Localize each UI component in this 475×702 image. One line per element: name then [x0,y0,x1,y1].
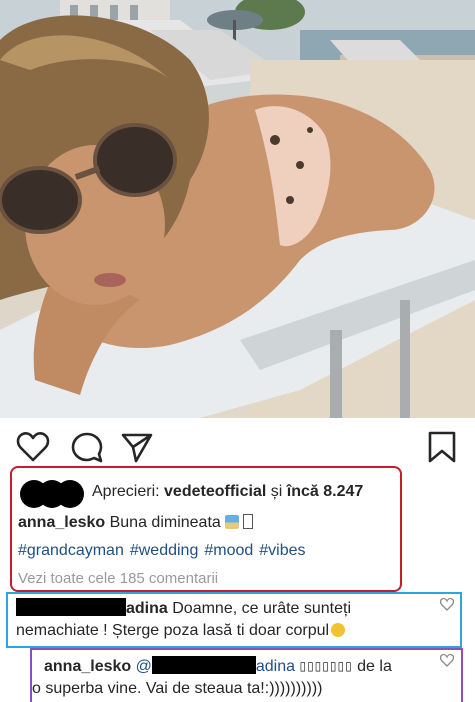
redacted-username [151,656,256,674]
comment-username[interactable]: anna_lesko [44,658,131,675]
bookmark-icon[interactable] [425,430,459,464]
hashtag-link[interactable]: #wedding [130,542,199,559]
comment-icon[interactable] [70,430,104,464]
likes-caption-highlight: Aprecieri: vedeteofficial și încă 8.247 … [10,466,402,592]
mention-at[interactable]: @ [136,658,152,675]
caption-text: Buna dimineata [109,514,221,531]
comment-like-heart-icon[interactable] [440,654,454,667]
post-caption: anna_lesko Buna dimineata [18,514,253,532]
heart-icon[interactable] [16,430,50,464]
avatar [56,480,84,508]
comment-line: adina Doamne, ce urâte sunteți [16,598,351,618]
comment-highlight-1: adina Doamne, ce urâte sunteți nemachiat… [6,592,462,648]
hashtags: #grandcayman #wedding #mood #vibes [18,542,312,560]
mention-user[interactable]: adina [256,658,295,675]
beach-selfie-image [0,0,475,418]
wink-emoji-icon [331,623,346,637]
redacted-username [16,598,126,616]
likes-count[interactable]: încă 8.247 [287,483,364,500]
beach-emoji-icon [224,515,239,529]
hashtag-link[interactable]: #mood [204,542,253,559]
missing-glyphs: ▯▯▯▯▯▯▯ [299,659,353,673]
missing-glyph-icon [242,514,253,529]
first-liker[interactable]: vedeteofficial [164,483,266,500]
hashtag-link[interactable]: #vibes [259,542,305,559]
comment-line: anna_lesko @ adina ▯▯▯▯▯▯▯ de la [44,656,392,676]
comment-line: nemachiate ! Șterge poza lasă ti doar co… [16,622,346,640]
post-photo[interactable] [0,0,475,418]
comment-highlight-2: anna_lesko @ adina ▯▯▯▯▯▯▯ de la o superb… [30,648,463,702]
liker-avatars[interactable] [20,480,84,508]
comment-text: o superba vine. Vai de steaua ta!:))))))… [32,680,323,697]
comment-text: Doamne, ce urâte sunteți [172,600,352,617]
hashtag-link[interactable]: #grandcayman [18,542,124,559]
view-all-comments-link[interactable]: Vezi toate cele 185 comentarii [18,570,218,587]
comment-text: de la [357,658,392,675]
comment-username[interactable]: adina [126,600,168,617]
caption-username[interactable]: anna_lesko [18,514,105,531]
likes-summary[interactable]: Aprecieri: vedeteofficial și încă 8.247 [92,483,363,501]
comment-text: nemachiate ! Șterge poza lasă ti doar co… [16,622,330,639]
comment-like-heart-icon[interactable] [440,598,454,611]
share-icon[interactable] [120,430,154,464]
likes-connector: și [270,483,283,500]
comment-line: o superba vine. Vai de steaua ta!:))))))… [32,680,322,698]
likes-prefix: Aprecieri: [92,483,160,500]
